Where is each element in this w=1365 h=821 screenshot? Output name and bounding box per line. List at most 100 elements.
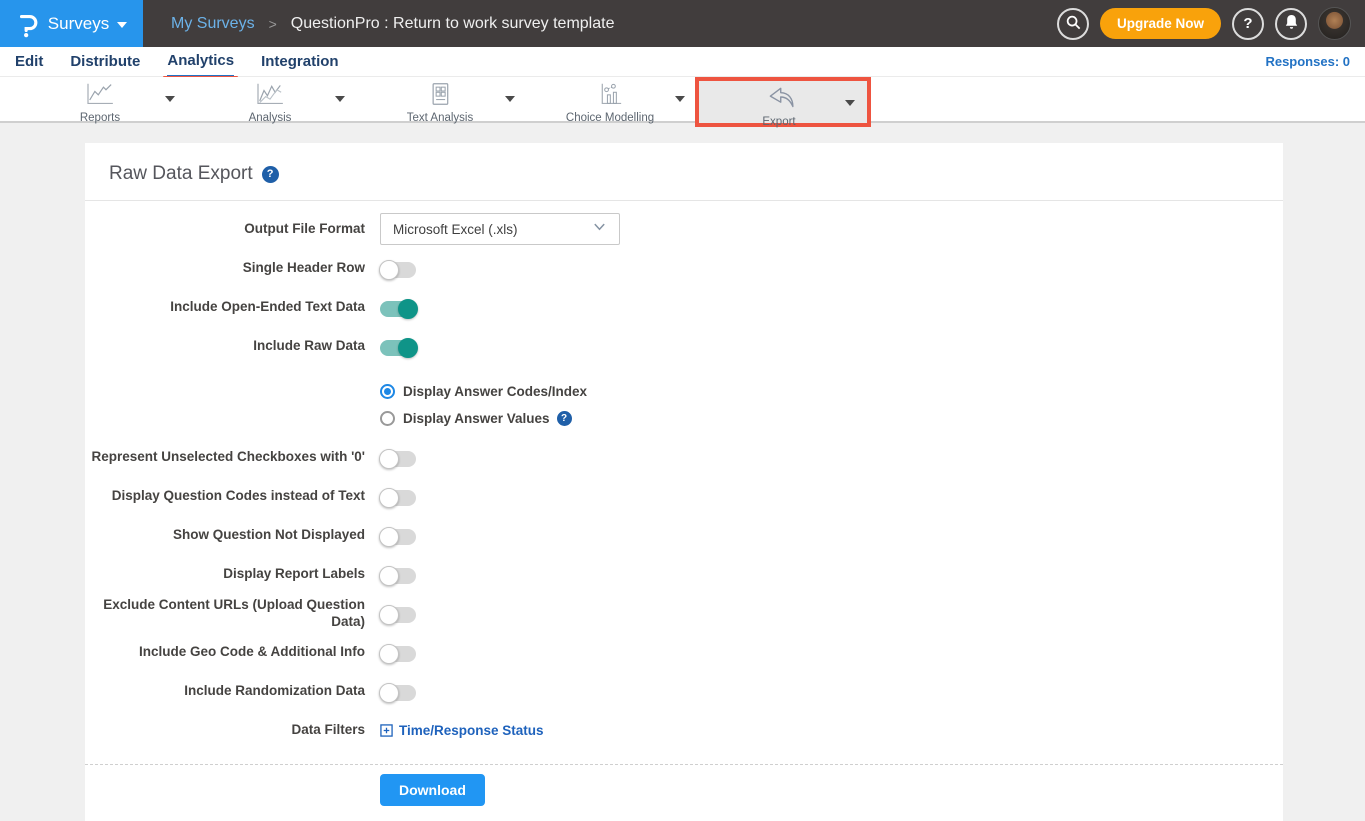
- user-avatar[interactable]: [1318, 7, 1351, 40]
- tab-distribute-label: Distribute: [70, 53, 140, 70]
- toggle-knob: [379, 683, 399, 703]
- answer-values-help-icon[interactable]: ?: [557, 411, 572, 426]
- export-arrow-icon: [761, 84, 797, 115]
- upgrade-now-button[interactable]: Upgrade Now: [1100, 8, 1221, 39]
- analytics-toolbar: Reports Analysis Text Analysis Choice Mo…: [0, 77, 1365, 123]
- download-row: Download: [85, 765, 1283, 821]
- tab-integration[interactable]: Integration: [261, 47, 339, 77]
- raw-data-export-panel: Raw Data Export ? Output File Format Mic…: [85, 143, 1283, 821]
- search-icon: [1065, 14, 1081, 34]
- single-header-row-toggle[interactable]: [380, 262, 416, 278]
- geo-code-label: Include Geo Code & Additional Info: [85, 644, 365, 661]
- text-analysis-dropdown-caret[interactable]: [505, 96, 515, 102]
- scatter-chart-icon: [596, 82, 624, 111]
- radio-row-answer-values: Display Answer Values ?: [85, 405, 1283, 432]
- reports-dropdown-caret[interactable]: [165, 96, 175, 102]
- time-response-status-label: Time/Response Status: [399, 723, 544, 738]
- tab-edit[interactable]: Edit: [15, 47, 43, 77]
- analysis-dropdown-caret[interactable]: [335, 96, 345, 102]
- download-button[interactable]: Download: [380, 774, 485, 806]
- panel-help-icon[interactable]: ?: [262, 166, 279, 183]
- breadcrumb-my-surveys[interactable]: My Surveys: [171, 15, 255, 33]
- tab-analytics[interactable]: Analytics: [167, 47, 234, 77]
- choice-modelling-dropdown-caret[interactable]: [675, 96, 685, 102]
- toolbar-export-label: Export: [762, 116, 795, 128]
- unselected-checkboxes-toggle[interactable]: [380, 451, 416, 467]
- toolbar-text-analysis[interactable]: Text Analysis: [370, 82, 510, 124]
- include-raw-data-toggle[interactable]: [380, 340, 416, 356]
- toggle-knob: [379, 566, 399, 586]
- question-mark-icon: ?: [1243, 15, 1252, 32]
- question-not-displayed-label: Show Question Not Displayed: [85, 527, 365, 544]
- toggle-knob: [379, 260, 399, 280]
- toggle-knob: [379, 449, 399, 469]
- unselected-checkboxes-label: Represent Unselected Checkboxes with '0': [85, 449, 365, 466]
- toggle-knob: [379, 527, 399, 547]
- question-not-displayed-toggle[interactable]: [380, 529, 416, 545]
- output-format-select[interactable]: Microsoft Excel (.xls): [380, 213, 620, 245]
- toolbar-reports-label: Reports: [80, 112, 120, 124]
- data-filters-row: Data Filters Time/Response Status: [85, 711, 1283, 750]
- randomization-data-row: Include Randomization Data: [85, 672, 1283, 711]
- toggle-knob: [379, 488, 399, 508]
- tab-edit-label: Edit: [15, 53, 43, 70]
- tab-analytics-label: Analytics: [167, 52, 234, 69]
- panel-title: Raw Data Export: [109, 163, 253, 185]
- annotation-highlight-export: Export: [695, 77, 871, 127]
- question-codes-toggle[interactable]: [380, 490, 416, 506]
- display-answer-values-radio[interactable]: [380, 411, 395, 426]
- output-format-value: Microsoft Excel (.xls): [393, 222, 592, 237]
- app-menu-label: Surveys: [48, 14, 109, 34]
- multi-line-chart-icon: [253, 82, 287, 111]
- search-button[interactable]: [1057, 8, 1089, 40]
- report-labels-label: Display Report Labels: [85, 566, 365, 583]
- chevron-down-icon: [117, 22, 127, 28]
- plus-box-icon: [380, 724, 393, 737]
- toolbar-export[interactable]: Export: [714, 84, 844, 128]
- toolbar-choice-modelling[interactable]: Choice Modelling: [540, 82, 680, 124]
- questionpro-logo-icon: [16, 10, 40, 38]
- export-options-form: Output File Format Microsoft Excel (.xls…: [85, 201, 1283, 821]
- include-raw-data-label: Include Raw Data: [85, 338, 365, 355]
- toolbar-analysis-label: Analysis: [249, 112, 292, 124]
- output-format-label: Output File Format: [85, 221, 365, 238]
- notifications-button[interactable]: [1275, 8, 1307, 40]
- product-switcher[interactable]: Surveys: [0, 0, 143, 47]
- header-actions: Upgrade Now ?: [1057, 7, 1365, 40]
- bell-icon: [1284, 14, 1299, 34]
- open-ended-text-toggle[interactable]: [380, 301, 416, 317]
- exclude-content-urls-row: Exclude Content URLs (Upload Question Da…: [85, 594, 1283, 633]
- open-ended-text-label: Include Open-Ended Text Data: [85, 299, 365, 316]
- report-labels-toggle[interactable]: [380, 568, 416, 584]
- help-button[interactable]: ?: [1232, 8, 1264, 40]
- survey-tab-nav: Edit Distribute Analytics Integration Re…: [0, 47, 1365, 77]
- data-filters-label: Data Filters: [85, 722, 365, 739]
- randomization-data-toggle[interactable]: [380, 685, 416, 701]
- toggle-knob: [398, 338, 418, 358]
- display-answer-codes-radio[interactable]: [380, 384, 395, 399]
- unselected-checkboxes-row: Represent Unselected Checkboxes with '0': [85, 438, 1283, 477]
- include-raw-data-row: Include Raw Data: [85, 327, 1283, 366]
- tab-distribute[interactable]: Distribute: [70, 47, 140, 77]
- toggle-knob: [379, 644, 399, 664]
- toolbar-analysis[interactable]: Analysis: [200, 82, 340, 124]
- toolbar-choice-modelling-label: Choice Modelling: [566, 112, 654, 124]
- chevron-down-icon: [592, 219, 607, 239]
- exclude-content-urls-label: Exclude Content URLs (Upload Question Da…: [85, 597, 365, 631]
- geo-code-toggle[interactable]: [380, 646, 416, 662]
- time-response-status-link[interactable]: Time/Response Status: [380, 723, 544, 738]
- question-not-displayed-row: Show Question Not Displayed: [85, 516, 1283, 555]
- tab-integration-label: Integration: [261, 53, 339, 70]
- responses-count: Responses: 0: [1265, 54, 1350, 69]
- breadcrumb-separator: >: [269, 16, 277, 32]
- exclude-content-urls-toggle[interactable]: [380, 607, 416, 623]
- open-ended-text-row: Include Open-Ended Text Data: [85, 288, 1283, 327]
- geo-code-row: Include Geo Code & Additional Info: [85, 633, 1283, 672]
- toolbar-reports[interactable]: Reports: [30, 82, 170, 124]
- radio-row-codes-index: Display Answer Codes/Index: [85, 378, 1283, 405]
- breadcrumb: My Surveys > QuestionPro : Return to wor…: [171, 15, 614, 33]
- question-codes-row: Display Question Codes instead of Text: [85, 477, 1283, 516]
- page-title: QuestionPro : Return to work survey temp…: [291, 15, 615, 33]
- panel-header: Raw Data Export ?: [85, 143, 1283, 201]
- export-dropdown-caret[interactable]: [845, 100, 855, 106]
